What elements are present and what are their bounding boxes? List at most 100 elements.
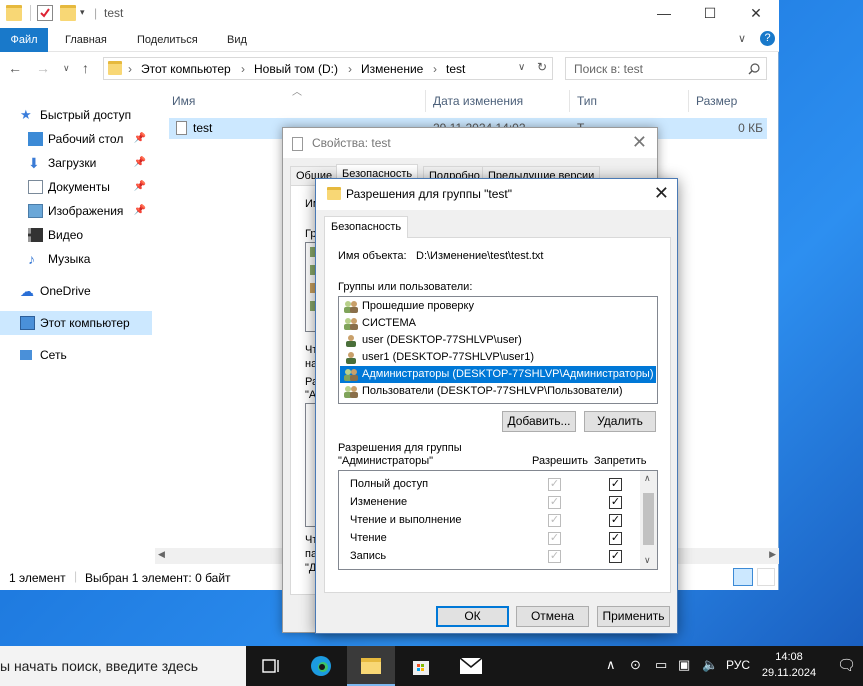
text-file-icon: [176, 121, 187, 135]
column-size[interactable]: Размер: [696, 90, 737, 112]
language-indicator[interactable]: РУС: [726, 658, 750, 672]
deny-checkbox[interactable]: ✓: [609, 532, 622, 545]
tab-security[interactable]: Безопасность: [324, 216, 409, 238]
breadcrumb-volume[interactable]: Новый том (D:): [254, 62, 338, 76]
nav-video[interactable]: Видео: [0, 223, 152, 247]
tab-share[interactable]: Поделиться: [127, 28, 208, 52]
deny-checkbox[interactable]: ✓: [609, 514, 622, 527]
help-icon[interactable]: ?: [760, 31, 775, 46]
nav-quick-access[interactable]: ★ Быстрый доступ: [0, 103, 152, 127]
allow-checkbox[interactable]: ✓: [548, 514, 561, 527]
network-icon[interactable]: ▣: [678, 657, 690, 673]
nav-documents[interactable]: Документы 📌: [0, 175, 152, 199]
scroll-right-icon[interactable]: ▶: [769, 549, 776, 560]
users-group-icon: [344, 368, 358, 381]
store-icon[interactable]: [397, 646, 445, 686]
nav-pictures[interactable]: Изображения 📌: [0, 199, 152, 223]
remove-button[interactable]: Удалить: [584, 411, 656, 432]
ok-button[interactable]: ОК: [436, 606, 509, 627]
column-date[interactable]: Дата изменения: [433, 90, 523, 112]
deny-checkbox[interactable]: ✓: [609, 478, 622, 491]
scroll-down-icon[interactable]: ∨: [644, 555, 651, 566]
list-item[interactable]: user1 (DESKTOP-77SHLVP\user1): [340, 349, 656, 366]
groups-list[interactable]: Прошедшие проверку СИСТЕМА user (DESKTOP…: [338, 296, 658, 404]
search-input[interactable]: Поиск в: test: [565, 57, 767, 80]
nav-network[interactable]: Сеть: [0, 343, 152, 367]
details-view-icon[interactable]: [733, 568, 753, 586]
up-icon[interactable]: ↑: [82, 60, 89, 76]
minimize-button[interactable]: —: [641, 0, 687, 28]
close-icon[interactable]: ✕: [632, 132, 647, 153]
refresh-icon[interactable]: ↻: [537, 60, 547, 74]
recent-dropdown-icon[interactable]: ∨: [63, 63, 70, 74]
deny-checkbox[interactable]: ✓: [609, 550, 622, 563]
list-item[interactable]: СИСТЕМА: [340, 315, 656, 332]
breadcrumb-folder[interactable]: Изменение: [361, 62, 423, 76]
new-folder-icon[interactable]: [60, 5, 76, 21]
nav-music[interactable]: ♪ Музыка: [0, 247, 152, 271]
cloud-icon: ☁: [20, 283, 34, 299]
nav-downloads[interactable]: ⬇ Загрузки 📌: [0, 151, 152, 175]
column-type[interactable]: Тип: [577, 90, 597, 112]
allow-checkbox[interactable]: ✓: [548, 532, 561, 545]
list-item[interactable]: user (DESKTOP-77SHLVP\user): [340, 332, 656, 349]
breadcrumb-current[interactable]: test: [446, 62, 465, 76]
meet-now-icon[interactable]: ⊙: [630, 657, 641, 673]
computer-icon: [20, 316, 35, 330]
properties-icon[interactable]: [37, 5, 53, 21]
pin-icon: 📌: [133, 181, 146, 192]
tab-view[interactable]: Вид: [217, 28, 257, 52]
nav-label: Сеть: [40, 348, 67, 362]
scroll-thumb[interactable]: [643, 493, 654, 545]
close-icon[interactable]: ✕: [654, 183, 669, 204]
text-file-icon: [292, 137, 303, 151]
list-item[interactable]: Прошедшие проверку: [340, 298, 656, 315]
tab-home[interactable]: Главная: [55, 28, 117, 52]
add-button[interactable]: Добавить...: [502, 411, 576, 432]
nav-desktop[interactable]: Рабочий стол 📌: [0, 127, 152, 151]
forward-icon[interactable]: →: [36, 60, 50, 76]
group-label: Прошедшие проверку: [362, 300, 474, 312]
permission-row: Чтение и выполнение ✓ ✓: [339, 511, 641, 529]
nav-this-pc[interactable]: Этот компьютер: [0, 311, 152, 335]
list-item-selected[interactable]: Администраторы (DESKTOP-77SHLVP\Админист…: [340, 366, 656, 383]
list-item[interactable]: Пользователи (DESKTOP-77SHLVP\Пользовате…: [340, 383, 656, 400]
close-button[interactable]: ✕: [733, 0, 779, 28]
battery-icon[interactable]: ▭: [655, 657, 667, 673]
scroll-left-icon[interactable]: ◀: [158, 549, 165, 560]
back-icon[interactable]: ←: [8, 60, 22, 76]
show-hidden-icons[interactable]: ∧: [606, 657, 616, 673]
scroll-up-icon[interactable]: ∧: [644, 473, 651, 484]
maximize-button[interactable]: ☐: [687, 0, 733, 28]
nav-label: Изображения: [48, 204, 124, 218]
breadcrumb-separator: ›: [128, 62, 132, 76]
nav-onedrive[interactable]: ☁ OneDrive: [0, 279, 152, 303]
column-name[interactable]: Имя: [172, 90, 195, 112]
taskbar-search[interactable]: ы начать поиск, введите здесь: [0, 646, 246, 686]
task-view-icon[interactable]: [247, 646, 295, 686]
apply-button[interactable]: Применить: [597, 606, 670, 627]
ribbon-expand-icon[interactable]: ∨: [738, 32, 746, 45]
sort-up-icon: ︿: [292, 87, 302, 98]
file-explorer-icon[interactable]: [347, 646, 395, 686]
nav-label: Видео: [48, 228, 84, 242]
deny-checkbox[interactable]: ✓: [609, 496, 622, 509]
tab-file[interactable]: Файл: [0, 28, 48, 52]
vertical-scrollbar[interactable]: ∧ ∨: [640, 471, 657, 569]
address-bar[interactable]: › Этот компьютер › Новый том (D:) › Изме…: [103, 57, 553, 80]
allow-checkbox[interactable]: ✓: [548, 550, 561, 563]
mail-icon[interactable]: [447, 646, 495, 686]
clock[interactable]: 14:08 29.11.2024: [760, 649, 818, 681]
nav-label: Этот компьютер: [40, 316, 130, 330]
breadcrumb-this-pc[interactable]: Этот компьютер: [141, 62, 231, 76]
volume-icon[interactable]: 🔈: [702, 657, 718, 673]
edge-icon[interactable]: [297, 646, 345, 686]
tiles-view-icon[interactable]: [757, 568, 775, 586]
notifications-icon[interactable]: 🗨: [837, 656, 856, 674]
allow-checkbox[interactable]: ✓: [548, 496, 561, 509]
permission-row: Изменение ✓ ✓: [339, 493, 641, 511]
cancel-button[interactable]: Отмена: [516, 606, 589, 627]
allow-checkbox[interactable]: ✓: [548, 478, 561, 491]
selection-info: Выбран 1 элемент: 0 байт: [85, 571, 231, 585]
address-dropdown-icon[interactable]: ∨: [518, 62, 525, 73]
